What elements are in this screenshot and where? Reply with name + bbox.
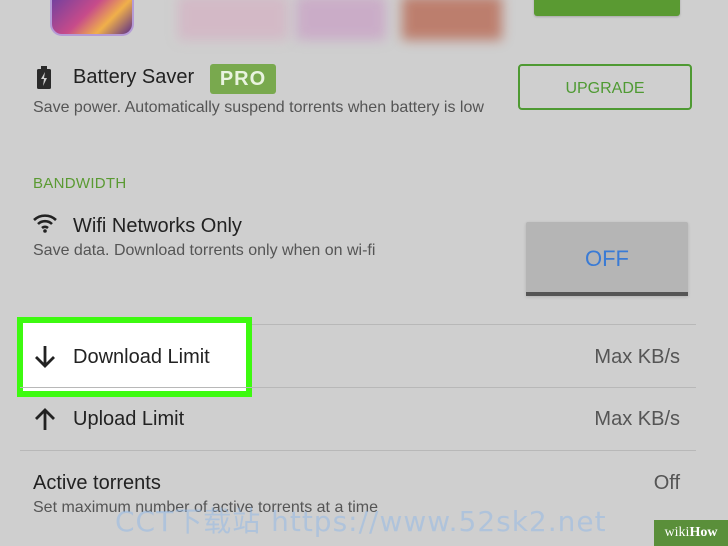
watermark-text: CCT下载站 https://www.52sk2.net [115, 505, 607, 538]
arrow-up-icon [35, 408, 55, 430]
wifi-only-description: Save data. Download torrents only when o… [33, 242, 376, 259]
upgrade-button[interactable]: UPGRADE [518, 64, 692, 110]
blurred-thumbnail [402, 0, 502, 40]
download-limit-value: Max KB/s [594, 346, 680, 368]
wifi-only-toggle[interactable]: OFF [526, 222, 688, 296]
wikihow-logo: wikiHow [654, 520, 728, 546]
install-button[interactable] [534, 0, 680, 16]
wikihow-suffix: How [689, 525, 718, 540]
download-limit-title: Download Limit [73, 346, 210, 368]
battery-icon [37, 66, 51, 89]
bandwidth-section-header: BANDWIDTH [33, 175, 127, 192]
battery-saver-title: Battery Saver [73, 66, 195, 88]
upload-limit-value: Max KB/s [594, 408, 680, 430]
active-torrents-title: Active torrents [33, 472, 161, 494]
battery-saver-description: Save power. Automatically suspend torren… [33, 99, 484, 116]
app-icon[interactable] [50, 0, 134, 36]
wifi-only-title: Wifi Networks Only [73, 215, 242, 237]
wikihow-prefix: wiki [664, 525, 690, 540]
blurred-thumbnail [296, 0, 386, 40]
blurred-thumbnail [178, 0, 288, 40]
wifi-icon [33, 214, 57, 233]
active-torrents-value: Off [653, 472, 680, 494]
promo-strip [0, 0, 728, 40]
divider [20, 450, 696, 451]
upload-limit-title: Upload Limit [73, 408, 185, 430]
pro-badge: PRO [210, 64, 276, 94]
arrow-down-icon [35, 346, 55, 368]
divider [20, 387, 696, 388]
